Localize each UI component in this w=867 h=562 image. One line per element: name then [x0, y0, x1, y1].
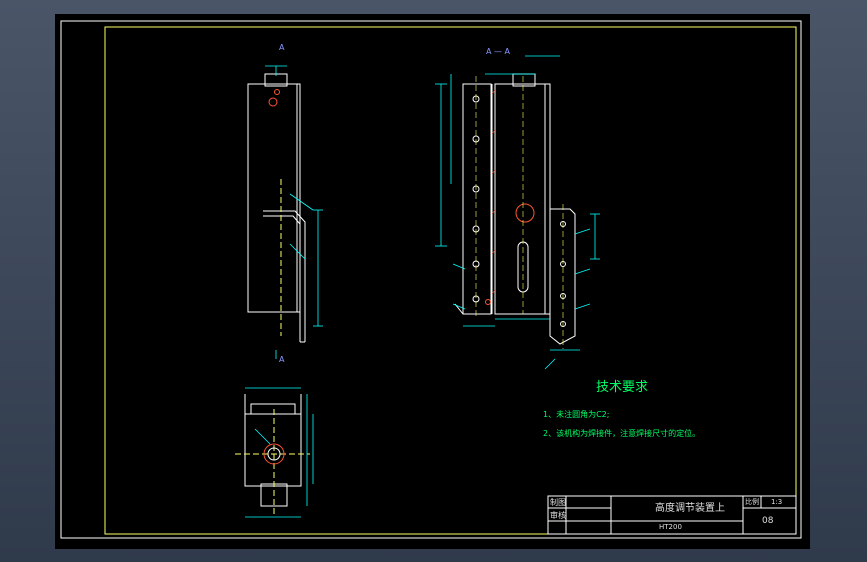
- outer-frame: [60, 20, 802, 539]
- section-title: A — A: [486, 47, 511, 56]
- section-hole-red: [485, 299, 491, 305]
- drawing-name: 高度调节装置上: [655, 503, 725, 514]
- title-block-design-label: 制图: [550, 498, 566, 507]
- title-block-scale-label: 比例: [745, 498, 759, 506]
- section-holes: [472, 95, 566, 327]
- section-mark-top: A: [279, 43, 285, 52]
- drawing-sheet[interactable]: A A A — A 技术要求 1、未注圆角为C2; 2、该机构为焊接件，注意焊接…: [55, 14, 810, 549]
- inner-frame: [104, 26, 797, 535]
- tech-req-item-1: 1、未注圆角为C2;: [543, 410, 610, 419]
- front-view: [247, 73, 306, 343]
- front-hole: [268, 97, 278, 107]
- section-mark-bottom: A: [279, 355, 285, 364]
- section-bore: [515, 203, 535, 223]
- tech-req-title: 技术要求: [596, 380, 649, 395]
- front-dimensions: [265, 65, 323, 359]
- drawing-canvas: [60, 20, 802, 539]
- tech-req-item-2: 2、该机构为焊接件，注意焊接尺寸的定位。: [543, 429, 701, 438]
- sheet-number: 08: [762, 516, 774, 526]
- front-hole-2: [274, 89, 280, 95]
- cad-viewport[interactable]: A A A — A 技术要求 1、未注圆角为C2; 2、该机构为焊接件，注意焊接…: [0, 0, 867, 562]
- title-block-scale: 1:3: [771, 498, 783, 506]
- title-block-check-label: 审核: [550, 511, 566, 520]
- title-block-material: HT200: [659, 523, 682, 531]
- top-view: [235, 394, 310, 514]
- section-view: [454, 73, 576, 345]
- top-dimensions: [245, 387, 314, 518]
